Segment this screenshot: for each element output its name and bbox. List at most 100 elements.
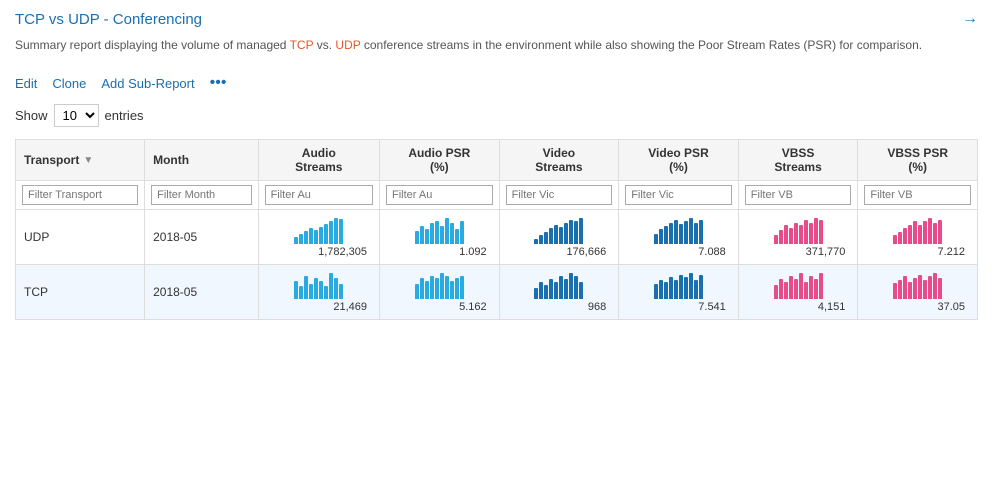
mini-chart: [866, 216, 969, 244]
bar: [893, 235, 897, 244]
filter-input-7[interactable]: [864, 185, 971, 205]
bar: [579, 282, 583, 299]
col-header-video-streams: VideoStreams: [499, 140, 619, 181]
bar: [294, 281, 298, 299]
bar: [799, 273, 803, 299]
cell-chart-4: 4,151: [738, 265, 858, 320]
bar: [809, 223, 813, 244]
mini-chart: [866, 271, 969, 299]
bar: [294, 237, 298, 244]
filter-input-1[interactable]: [151, 185, 251, 205]
filter-input-6[interactable]: [745, 185, 852, 205]
bar: [430, 276, 434, 299]
chart-value: 4,151: [747, 301, 850, 313]
cell-chart-3: 7.541: [619, 265, 739, 320]
filter-cell-7: [858, 181, 978, 210]
edit-button[interactable]: Edit: [15, 76, 37, 91]
bar: [659, 229, 663, 244]
bar: [699, 220, 703, 244]
page-description: Summary report displaying the volume of …: [15, 36, 978, 54]
bar: [689, 218, 693, 244]
bar: [923, 280, 927, 299]
mini-chart: [388, 271, 491, 299]
col-header-video-psr: Video PSR(%): [619, 140, 739, 181]
bar: [898, 232, 902, 244]
bar: [299, 286, 303, 299]
filter-cell-2: [258, 181, 379, 210]
chart-value: 176,666: [508, 246, 611, 258]
bar: [679, 275, 683, 299]
bar: [684, 277, 688, 299]
bar: [559, 227, 563, 244]
bar: [789, 228, 793, 244]
bar: [794, 279, 798, 299]
bar: [918, 275, 922, 299]
bar: [569, 273, 573, 299]
bar: [679, 224, 683, 244]
cell-chart-2: 176,666: [499, 210, 619, 265]
filter-input-5[interactable]: [625, 185, 732, 205]
bar: [933, 273, 937, 299]
bar: [694, 223, 698, 244]
filter-input-2[interactable]: [265, 185, 373, 205]
bar: [549, 228, 553, 244]
col-header-audio-streams: AudioStreams: [258, 140, 379, 181]
chart-value: 37.05: [866, 301, 969, 313]
bar: [779, 279, 783, 299]
mini-chart: [747, 271, 850, 299]
filter-row: [16, 181, 978, 210]
cell-chart-5: 37.05: [858, 265, 978, 320]
bar: [309, 284, 313, 299]
cell-month: 2018-05: [145, 265, 258, 320]
bar: [893, 283, 897, 299]
bar: [415, 231, 419, 244]
bar: [559, 276, 563, 299]
bar: [659, 280, 663, 299]
bar: [425, 281, 429, 299]
mini-chart: [747, 216, 850, 244]
bar: [460, 276, 464, 299]
bar: [329, 221, 333, 244]
bar: [938, 220, 942, 244]
chart-value: 968: [508, 301, 611, 313]
bar: [674, 280, 678, 299]
bar: [450, 223, 454, 244]
bar: [664, 226, 668, 244]
bar: [669, 223, 673, 244]
more-options-button[interactable]: •••: [210, 74, 227, 92]
col-header-audio-psr: Audio PSR(%): [380, 140, 500, 181]
add-sub-report-button[interactable]: Add Sub-Report: [101, 76, 194, 91]
entries-select[interactable]: 10 25 50: [54, 104, 99, 127]
clone-button[interactable]: Clone: [52, 76, 86, 91]
bar: [304, 231, 308, 244]
bar: [814, 218, 818, 244]
bar: [903, 228, 907, 244]
bar: [574, 221, 578, 244]
filter-input-0[interactable]: [22, 185, 138, 205]
sort-icon[interactable]: ▼: [83, 155, 93, 166]
bar: [445, 276, 449, 299]
navigate-icon[interactable]: →: [962, 10, 978, 28]
bar: [415, 284, 419, 299]
filter-input-4[interactable]: [506, 185, 613, 205]
bar: [928, 218, 932, 244]
filter-cell-6: [738, 181, 858, 210]
cell-chart-2: 968: [499, 265, 619, 320]
cell-chart-3: 7.088: [619, 210, 739, 265]
bar: [684, 221, 688, 244]
chart-value: 1,782,305: [267, 246, 371, 258]
bar: [539, 282, 543, 299]
bar: [430, 223, 434, 244]
chart-value: 7.212: [866, 246, 969, 258]
bar: [784, 282, 788, 299]
bar: [435, 278, 439, 299]
show-label: Show: [15, 108, 48, 123]
bar: [445, 218, 449, 244]
col-header-transport: Transport ▼: [16, 140, 145, 181]
filter-input-3[interactable]: [386, 185, 493, 205]
cell-chart-4: 371,770: [738, 210, 858, 265]
col-header-vbss-psr: VBSS PSR(%): [858, 140, 978, 181]
bar: [794, 223, 798, 244]
bar: [339, 284, 343, 299]
bar: [455, 278, 459, 299]
